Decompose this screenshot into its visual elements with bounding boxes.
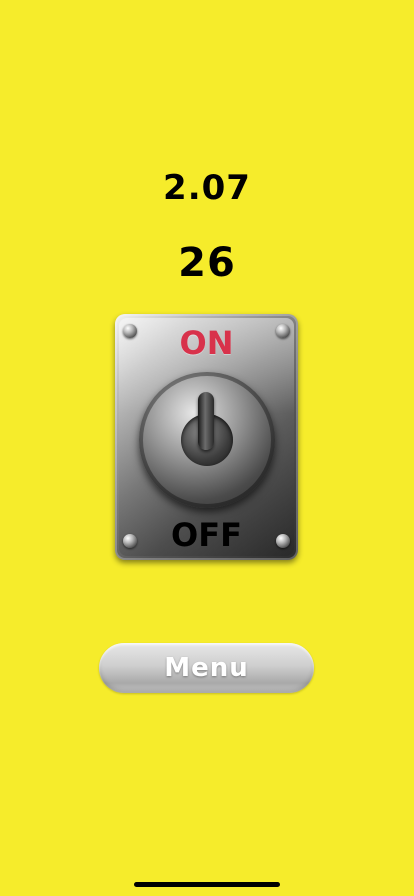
switch-lever-base xyxy=(139,372,275,508)
switch-off-label: OFF xyxy=(171,516,242,554)
switch-lever-icon[interactable] xyxy=(198,392,214,450)
toggle-switch[interactable]: ON OFF xyxy=(115,314,298,560)
home-indicator[interactable] xyxy=(134,882,280,887)
timer-value: 2.07 xyxy=(163,168,251,208)
score-value: 26 xyxy=(178,240,236,286)
switch-on-label: ON xyxy=(179,324,234,362)
menu-button[interactable]: Menu xyxy=(99,643,314,693)
